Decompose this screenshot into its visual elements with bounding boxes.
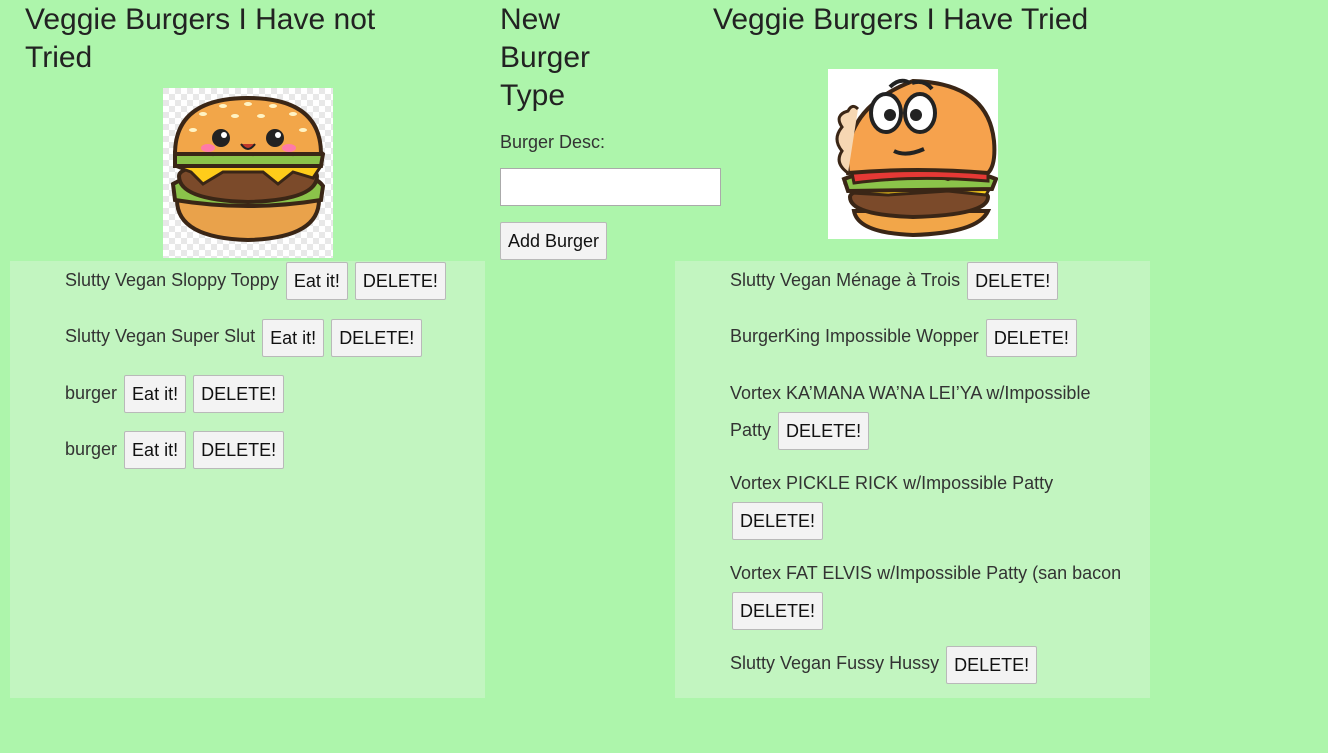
burger-name: Slutty Vegan Super Slut bbox=[65, 326, 256, 347]
list-item: Slutty Vegan Sloppy Toppy Eat it! DELETE… bbox=[65, 262, 485, 301]
list-item: Vortex PICKLE RICK w/Impossible Patty DE… bbox=[730, 465, 1150, 540]
delete-button[interactable]: DELETE! bbox=[331, 318, 423, 357]
eat-it-button[interactable]: Eat it! bbox=[124, 374, 187, 413]
happy-burger-icon bbox=[163, 88, 333, 258]
eat-it-button[interactable]: Eat it! bbox=[285, 262, 348, 301]
delete-button[interactable]: DELETE! bbox=[354, 262, 446, 301]
delete-button[interactable]: DELETE! bbox=[193, 374, 285, 413]
delete-button[interactable]: DELETE! bbox=[985, 318, 1077, 357]
tried-list: Slutty Vegan Ménage à Trois DELETE! Burg… bbox=[675, 262, 1150, 684]
list-item: Slutty Vegan Fussy Hussy DELETE! bbox=[730, 645, 1150, 684]
tried-heading: Veggie Burgers I Have Tried bbox=[713, 3, 1089, 36]
burger-name: Slutty Vegan Fussy Hussy bbox=[730, 653, 940, 674]
form-heading: New Burger Type bbox=[500, 3, 591, 112]
list-item: Vortex KA’MANA WA’NA LEI’YA w/Impossible… bbox=[730, 375, 1150, 450]
page: Veggie Burgers I Have not Tried Slutty V… bbox=[0, 0, 1328, 753]
not-tried-heading: Veggie Burgers I Have not Tried bbox=[25, 3, 376, 74]
list-item: Slutty Vegan Super Slut Eat it! DELETE! bbox=[65, 318, 485, 357]
new-burger-form: New Burger Type Burger Desc: Add Burger bbox=[500, 0, 721, 260]
not-tried-list: Slutty Vegan Sloppy Toppy Eat it! DELETE… bbox=[10, 262, 485, 469]
eat-it-button[interactable]: Eat it! bbox=[124, 431, 187, 469]
burger-desc-input[interactable] bbox=[500, 168, 721, 206]
tried-panel: Slutty Vegan Ménage à Trois DELETE! Burg… bbox=[675, 261, 1150, 698]
burger-desc-label: Burger Desc: bbox=[500, 132, 606, 152]
burger-name: burger bbox=[65, 382, 118, 403]
delete-button[interactable]: DELETE! bbox=[732, 592, 824, 631]
burger-name: Vortex PICKLE RICK w/Impossible Patty bbox=[730, 472, 1054, 493]
list-item: Slutty Vegan Ménage à Trois DELETE! bbox=[730, 262, 1150, 301]
list-item: burger Eat it! DELETE! bbox=[65, 431, 485, 469]
list-item: burger Eat it! DELETE! bbox=[65, 374, 485, 413]
tried-column: Veggie Burgers I Have Tried Slutty Vegan… bbox=[675, 0, 1150, 698]
delete-button[interactable]: DELETE! bbox=[778, 411, 870, 450]
not-tried-panel: Slutty Vegan Sloppy Toppy Eat it! DELETE… bbox=[10, 261, 485, 698]
list-item: BurgerKing Impossible Wopper DELETE! bbox=[730, 318, 1150, 357]
bitten-burger-icon bbox=[828, 69, 998, 239]
burger-name: BurgerKing Impossible Wopper bbox=[730, 326, 979, 347]
delete-button[interactable]: DELETE! bbox=[732, 502, 824, 540]
delete-button[interactable]: DELETE! bbox=[946, 645, 1038, 684]
not-tried-column: Veggie Burgers I Have not Tried Slutty V… bbox=[10, 0, 485, 698]
burger-name: Vortex FAT ELVIS w/Impossible Patty (san… bbox=[730, 563, 1122, 583]
add-burger-button[interactable]: Add Burger bbox=[500, 222, 608, 260]
burger-name: Slutty Vegan Ménage à Trois bbox=[730, 270, 961, 290]
burger-name: burger bbox=[65, 438, 118, 459]
eat-it-button[interactable]: Eat it! bbox=[262, 318, 325, 357]
delete-button[interactable]: DELETE! bbox=[967, 262, 1059, 301]
list-item: Vortex FAT ELVIS w/Impossible Patty (san… bbox=[730, 555, 1150, 631]
burger-name: Slutty Vegan Sloppy Toppy bbox=[65, 270, 279, 290]
delete-button[interactable]: DELETE! bbox=[193, 431, 285, 469]
